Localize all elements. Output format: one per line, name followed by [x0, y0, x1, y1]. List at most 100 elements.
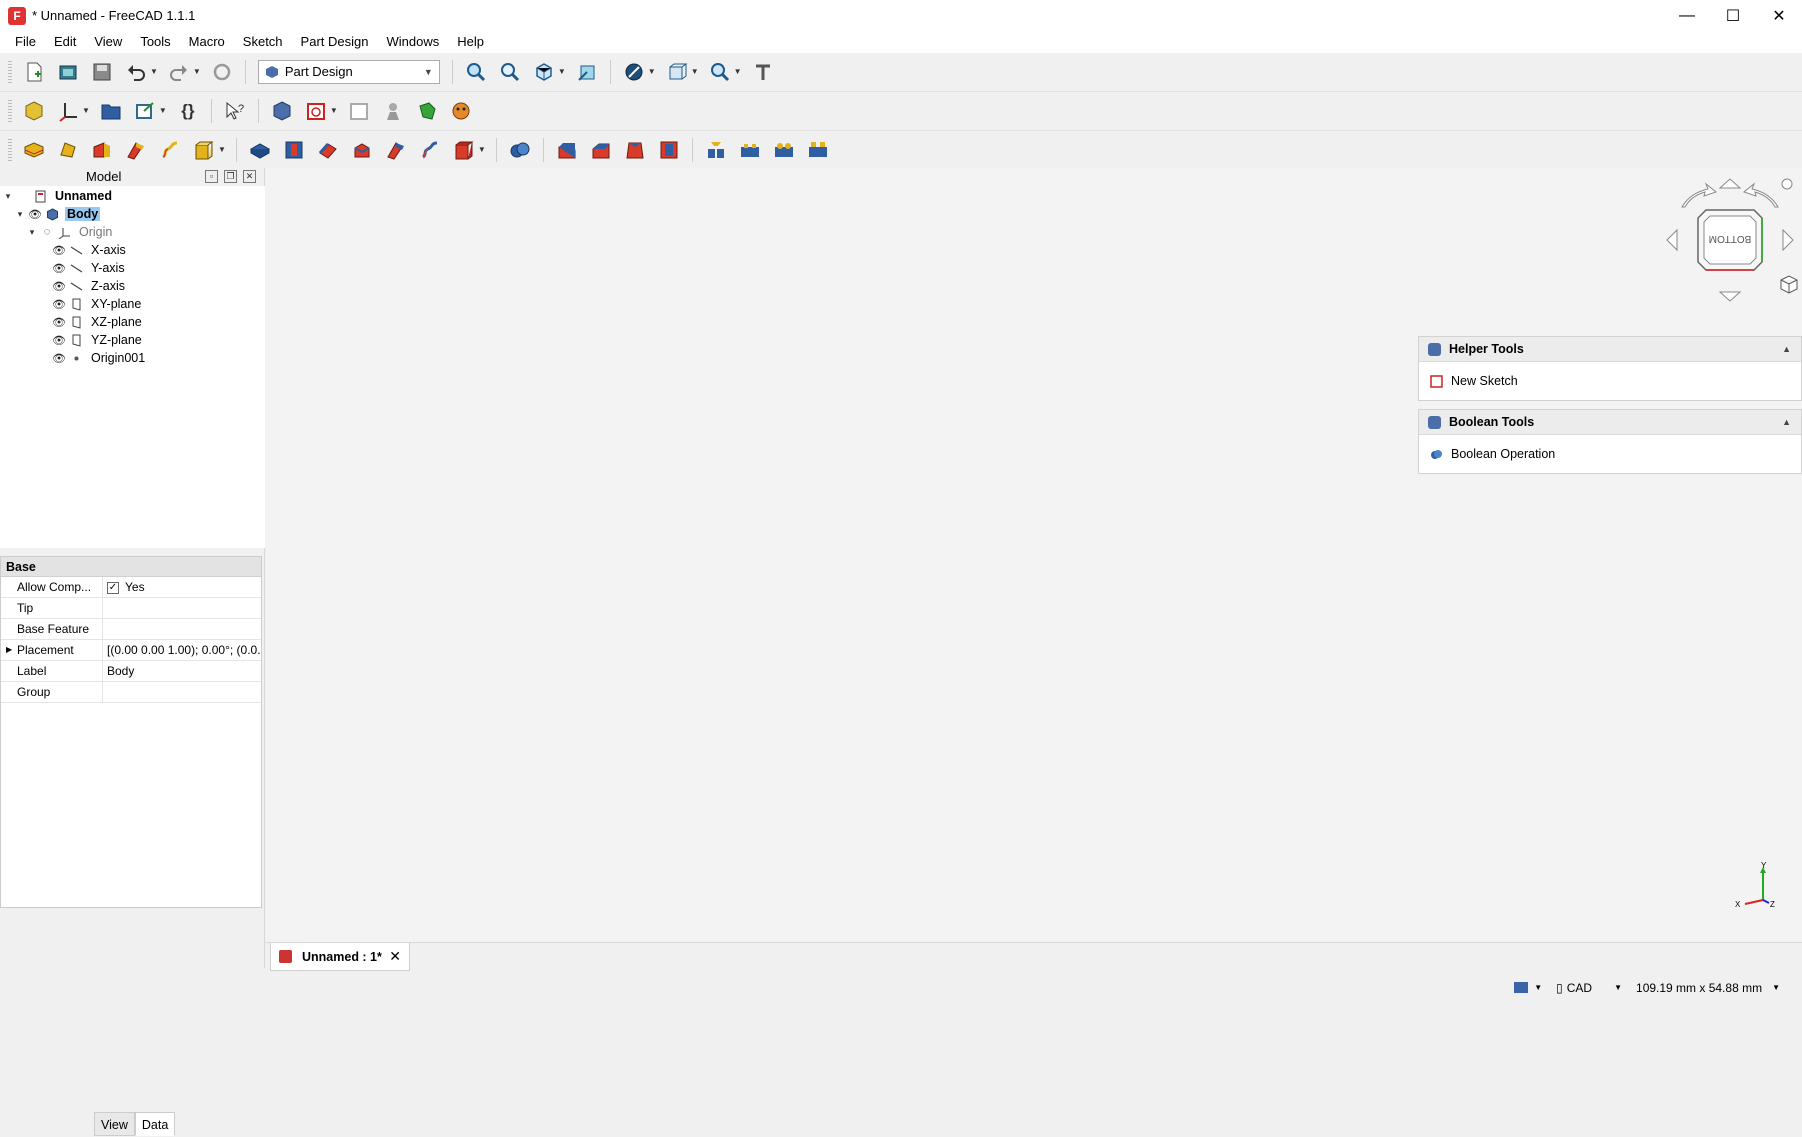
- shape-binder-button[interactable]: [378, 96, 408, 126]
- additive-pipe-button[interactable]: [121, 135, 151, 165]
- pocket-button[interactable]: [245, 135, 275, 165]
- tree-item[interactable]: 👁 X-axis: [0, 241, 265, 259]
- fillet-button[interactable]: [552, 135, 582, 165]
- tab-data[interactable]: Data: [134, 1112, 176, 1136]
- dock-float-icon[interactable]: ❐: [224, 170, 237, 183]
- create-part-button[interactable]: [19, 96, 49, 126]
- additive-primitive-dropdown-icon[interactable]: ▼: [218, 145, 226, 154]
- pan-up-arrow-icon[interactable]: [1718, 178, 1742, 189]
- revolution-button[interactable]: [53, 135, 83, 165]
- stereo-view-button[interactable]: [662, 57, 692, 87]
- datum-dropdown-icon[interactable]: ▼: [82, 106, 90, 115]
- menu-macro[interactable]: Macro: [180, 31, 234, 53]
- expand-toggle-icon[interactable]: ▾: [2, 191, 14, 202]
- rotate-left-arrow-icon[interactable]: [1681, 182, 1718, 208]
- expand-toggle-icon[interactable]: ▾: [26, 227, 38, 238]
- additive-loft-button[interactable]: [87, 135, 117, 165]
- visibility-eye-icon[interactable]: 👁: [50, 352, 68, 365]
- close-tab-icon[interactable]: ✕: [389, 948, 401, 965]
- view-settings-button[interactable]: ▼: [1514, 982, 1542, 993]
- property-value[interactable]: [(0.00 0.00 1.00); 0.00°; (0.0...: [103, 640, 261, 660]
- menu-windows[interactable]: Windows: [377, 31, 448, 53]
- property-value[interactable]: Body: [103, 661, 261, 681]
- subtractive-helix-button[interactable]: [415, 135, 445, 165]
- tree-item[interactable]: 👁 XZ-plane: [0, 313, 265, 331]
- property-value[interactable]: [103, 682, 261, 702]
- fit-all-button[interactable]: [461, 57, 491, 87]
- view-menu-icon[interactable]: [1781, 178, 1793, 190]
- subtractive-pipe-button[interactable]: [381, 135, 411, 165]
- clone-button[interactable]: [412, 96, 442, 126]
- property-row[interactable]: Label Body: [1, 661, 261, 682]
- collapse-icon[interactable]: ▲: [1782, 344, 1791, 354]
- toolbar-grip[interactable]: [8, 99, 12, 122]
- toolbar-grip[interactable]: [8, 138, 12, 161]
- sketch-dropdown-icon[interactable]: ▼: [330, 106, 338, 115]
- visibility-eye-icon[interactable]: 👁: [50, 244, 68, 257]
- stereo-dropdown-icon[interactable]: ▼: [691, 67, 699, 76]
- navigation-style-selector[interactable]: ▯ CAD ▼: [1556, 981, 1622, 995]
- menu-edit[interactable]: Edit: [45, 31, 85, 53]
- boolean-operation-action[interactable]: Boolean Operation: [1419, 435, 1801, 473]
- new-document-button[interactable]: [19, 57, 49, 87]
- property-value[interactable]: ✓ Yes: [103, 577, 261, 597]
- collapse-icon[interactable]: ▲: [1782, 417, 1791, 427]
- maximize-button[interactable]: ☐: [1710, 0, 1756, 31]
- property-row[interactable]: Tip: [1, 598, 261, 619]
- helper-tools-header[interactable]: Helper Tools ▲: [1419, 337, 1801, 362]
- workbench-selector[interactable]: Part Design ▼: [257, 59, 440, 84]
- property-value[interactable]: [103, 619, 261, 639]
- tree-item[interactable]: 👁 Origin001: [0, 349, 265, 367]
- menu-tools[interactable]: Tools: [131, 31, 179, 53]
- boolean-tools-header[interactable]: Boolean Tools ▲: [1419, 410, 1801, 435]
- create-link-button[interactable]: [130, 96, 160, 126]
- linear-pattern-button[interactable]: [735, 135, 765, 165]
- open-document-button[interactable]: [53, 57, 83, 87]
- datum-axis-button[interactable]: [53, 96, 83, 126]
- redo-dropdown-icon[interactable]: ▼: [193, 67, 201, 76]
- document-tab-unnamed[interactable]: Unnamed : 1* ✕: [270, 943, 410, 971]
- chamfer-button[interactable]: [586, 135, 616, 165]
- menu-sketch[interactable]: Sketch: [234, 31, 292, 53]
- tree-item[interactable]: ▾ Unnamed: [0, 187, 265, 205]
- zoom-button[interactable]: [705, 57, 735, 87]
- whats-this-button[interactable]: ?: [220, 96, 250, 126]
- polar-pattern-button[interactable]: [769, 135, 799, 165]
- standard-views-button[interactable]: [529, 57, 559, 87]
- draw-style-dropdown-icon[interactable]: ▼: [648, 67, 656, 76]
- tree-item[interactable]: 👁 Y-axis: [0, 259, 265, 277]
- validate-sketch-button[interactable]: [344, 96, 374, 126]
- refresh-button[interactable]: [207, 57, 237, 87]
- subtractive-loft-button[interactable]: [347, 135, 377, 165]
- multi-transform-button[interactable]: [803, 135, 833, 165]
- additive-primitive-button[interactable]: [189, 135, 219, 165]
- visibility-eye-icon[interactable]: 👁: [50, 316, 68, 329]
- rotate-right-arrow-icon[interactable]: [1742, 182, 1779, 208]
- property-value[interactable]: [103, 598, 261, 618]
- dock-toggle-icon[interactable]: ▫: [205, 170, 218, 183]
- save-document-button[interactable]: [87, 57, 117, 87]
- hole-button[interactable]: [279, 135, 309, 165]
- fit-selection-button[interactable]: [495, 57, 525, 87]
- dock-close-icon[interactable]: ✕: [243, 170, 256, 183]
- property-row[interactable]: Base Feature: [1, 619, 261, 640]
- toolbar-grip[interactable]: [8, 60, 12, 83]
- pan-right-arrow-icon[interactable]: [1782, 228, 1794, 252]
- create-group-button[interactable]: [96, 96, 126, 126]
- thickness-button[interactable]: [654, 135, 684, 165]
- property-row[interactable]: ▶ Placement [(0.00 0.00 1.00); 0.00°; (0.0…: [1, 640, 261, 661]
- property-row[interactable]: Allow Comp... ✓ Yes: [1, 577, 261, 598]
- tree-item[interactable]: ▾ ◌ Origin: [0, 223, 265, 241]
- menu-file[interactable]: File: [6, 31, 45, 53]
- tree-item[interactable]: ▾ 👁 Body: [0, 205, 265, 223]
- menu-part-design[interactable]: Part Design: [292, 31, 378, 53]
- property-row[interactable]: Group: [1, 682, 261, 703]
- tree-item[interactable]: 👁 Z-axis: [0, 277, 265, 295]
- bounding-box-button[interactable]: [572, 57, 602, 87]
- pad-button[interactable]: [19, 135, 49, 165]
- sub-shape-binder-button[interactable]: [446, 96, 476, 126]
- draft-button[interactable]: [620, 135, 650, 165]
- mirrored-button[interactable]: [701, 135, 731, 165]
- navigation-cube[interactable]: BOTTOM: [1660, 172, 1800, 312]
- expressions-button[interactable]: {}: [173, 96, 203, 126]
